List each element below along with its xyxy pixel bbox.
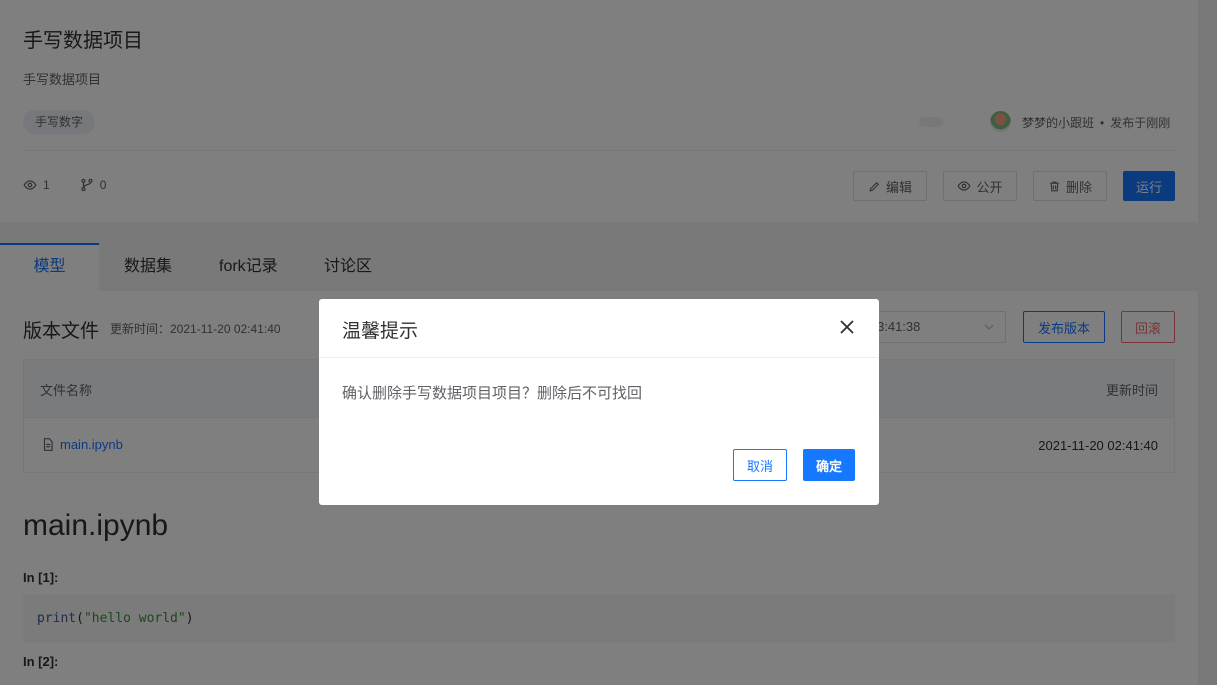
confirm-button[interactable]: 确定	[803, 449, 855, 481]
cancel-button[interactable]: 取消	[733, 449, 787, 481]
dialog-message: 确认删除手写数据项目项目？删除后不可找回	[342, 385, 643, 402]
close-icon[interactable]	[837, 317, 857, 337]
confirm-dialog: 温馨提示 确认删除手写数据项目项目？删除后不可找回 取消 确定	[319, 299, 879, 505]
dialog-header: 温馨提示	[319, 299, 879, 358]
dialog-title: 温馨提示	[342, 321, 419, 342]
